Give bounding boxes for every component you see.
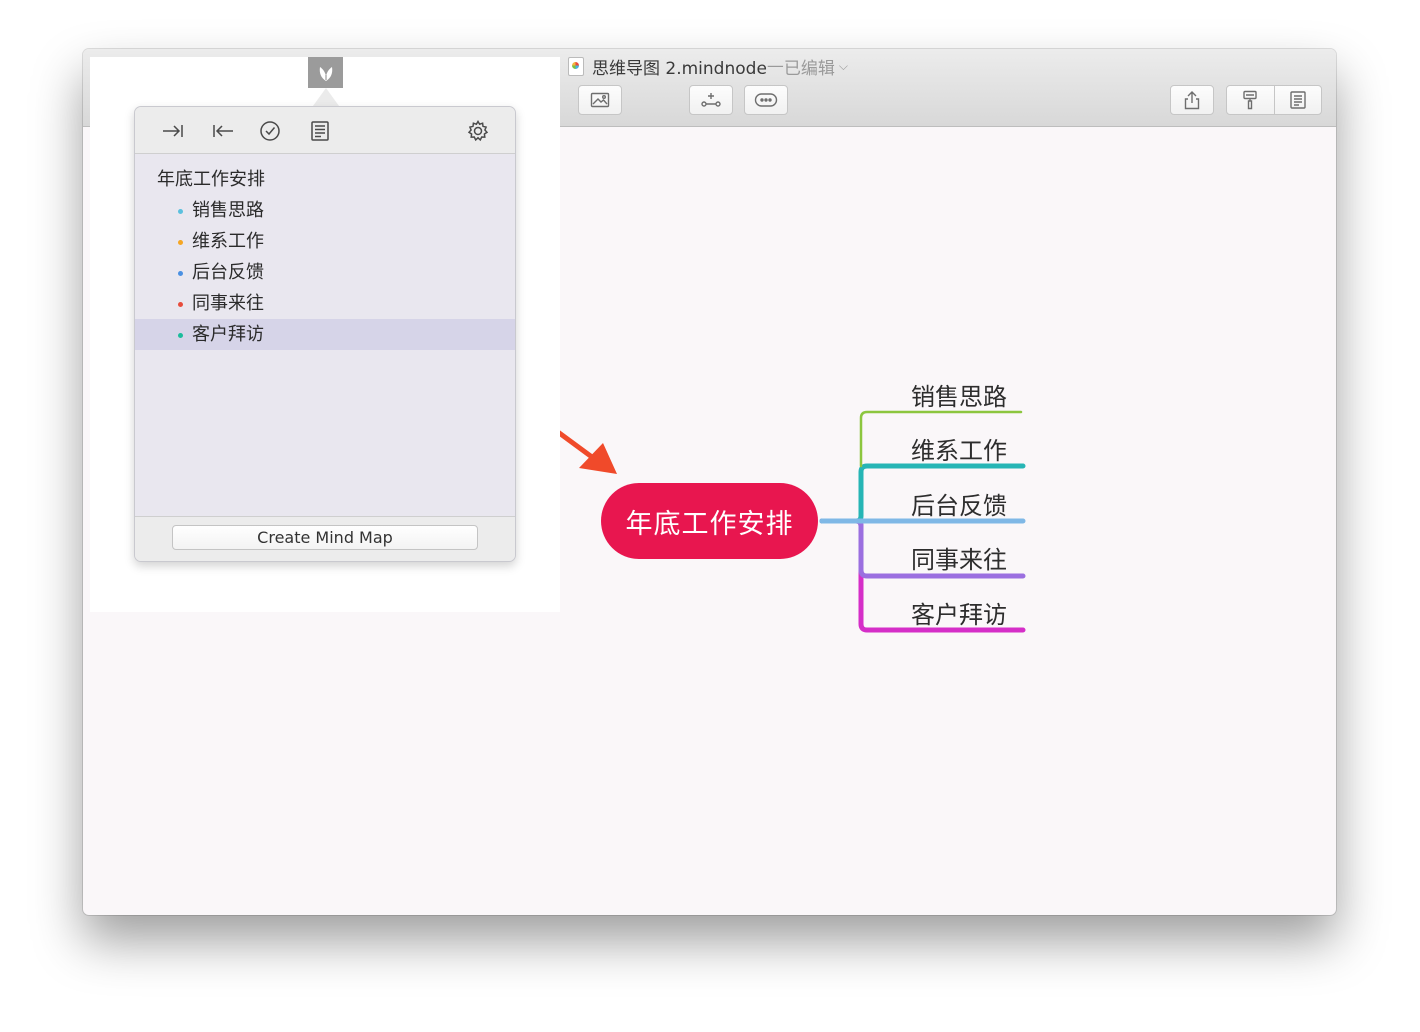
outline-item-label: 维系工作	[192, 231, 264, 252]
outline-item-label: 后台反馈	[192, 262, 264, 283]
outline-item[interactable]: 销售思路	[135, 195, 515, 226]
outline-footer: Create Mind Map	[135, 516, 515, 561]
central-node-label: 年底工作安排	[625, 508, 794, 540]
settings-button[interactable]	[466, 119, 490, 143]
outdent-button[interactable]	[211, 119, 235, 143]
bullet-dot-icon	[178, 271, 183, 276]
bullet-dot-icon	[178, 240, 183, 245]
bullet-dot-icon	[178, 209, 183, 214]
bullet-dot-icon	[178, 333, 183, 338]
settings-gear-icon	[467, 120, 489, 142]
check-task-icon	[260, 121, 280, 141]
outline-item-selected[interactable]: 客户拜访	[135, 319, 515, 350]
task-button[interactable]	[258, 119, 282, 143]
popover-pointer	[313, 88, 339, 106]
outline-item-label: 销售思路	[192, 200, 264, 221]
create-mind-map-button[interactable]: Create Mind Map	[172, 525, 478, 550]
outline-item-label: 客户拜访	[192, 324, 264, 345]
central-node[interactable]: 年底工作安排	[601, 483, 818, 559]
note-button[interactable]	[308, 119, 332, 143]
indent-button[interactable]	[161, 119, 185, 143]
bullet-dot-icon	[178, 302, 183, 307]
outline-item[interactable]: 维系工作	[135, 226, 515, 257]
note-icon	[311, 121, 329, 141]
branch-node-2[interactable]: 维系工作	[911, 431, 1007, 466]
branch-node-4[interactable]: 同事来往	[911, 540, 1007, 575]
outdent-icon	[213, 125, 233, 137]
menubar-extra-button[interactable]	[308, 57, 343, 88]
outline-item[interactable]: 后台反馈	[135, 257, 515, 288]
outline-popover: 年底工作安排 销售思路 维系工作 后台反馈 同事来往 客户拜访 Create M…	[134, 106, 516, 562]
leaf-logo-icon	[319, 66, 332, 81]
outline-toolbar	[135, 107, 515, 154]
indent-icon	[163, 125, 183, 137]
outline-item-label: 同事来往	[192, 293, 264, 314]
outline-list: 年底工作安排 销售思路 维系工作 后台反馈 同事来往 客户拜访	[135, 165, 515, 350]
branch-node-3[interactable]: 后台反馈	[911, 486, 1007, 521]
outline-item[interactable]: 同事来往	[135, 288, 515, 319]
outline-root-item[interactable]: 年底工作安排	[135, 165, 515, 195]
branch-node-5[interactable]: 客户拜访	[911, 595, 1007, 630]
branch-node-1[interactable]: 销售思路	[911, 377, 1007, 412]
